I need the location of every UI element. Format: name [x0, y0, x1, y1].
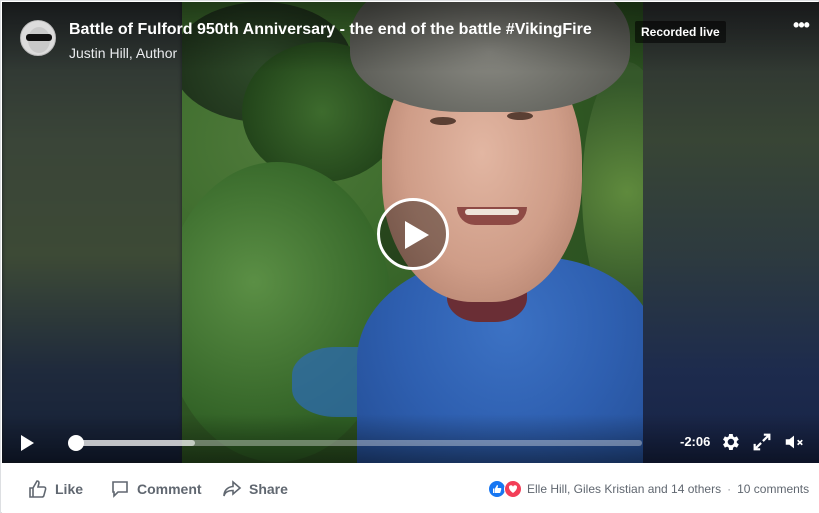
person-mouth — [457, 207, 527, 225]
settings-icon[interactable] — [719, 431, 741, 453]
like-icon — [29, 480, 47, 498]
separator-dot: · — [727, 482, 732, 496]
comment-icon — [112, 481, 128, 498]
share-icon — [223, 480, 242, 497]
video-header: Battle of Fulford 950th Anniversary - th… — [2, 2, 819, 72]
share-button[interactable]: Share — [222, 479, 288, 499]
video-post: Battle of Fulford 950th Anniversary - th… — [0, 0, 819, 513]
comment-label: Comment — [137, 481, 202, 497]
seek-bar[interactable] — [68, 435, 642, 451]
more-options-icon[interactable]: ••• — [790, 14, 812, 36]
avatar-glasses — [26, 34, 52, 41]
recorded-live-badge: Recorded live — [635, 21, 726, 43]
author-name[interactable]: Justin Hill, Author — [69, 45, 177, 61]
play-button[interactable] — [377, 198, 449, 270]
time-remaining: -2:06 — [680, 434, 711, 449]
post-actions-bar: Like Comment Share Elle Hill, Giles Kris… — [2, 463, 819, 513]
reactions-summary[interactable]: Elle Hill, Giles Kristian and 14 others … — [488, 479, 809, 499]
play-icon — [405, 221, 429, 249]
video-title[interactable]: Battle of Fulford 950th Anniversary - th… — [69, 21, 592, 39]
buffered-bar — [76, 440, 195, 446]
reaction-names[interactable]: Elle Hill, Giles Kristian and 14 others — [527, 482, 721, 496]
like-label: Like — [55, 481, 84, 497]
video-controls: -2:06 — [2, 414, 819, 463]
comments-count[interactable]: 10 comments — [737, 482, 809, 496]
comment-button[interactable]: Comment — [110, 479, 202, 499]
seek-handle[interactable] — [68, 435, 84, 451]
love-reaction-icon — [504, 480, 522, 498]
share-label: Share — [249, 481, 288, 497]
mute-icon[interactable] — [783, 431, 805, 453]
person-eye — [507, 112, 533, 120]
video-player[interactable]: Battle of Fulford 950th Anniversary - th… — [2, 2, 819, 463]
like-button[interactable]: Like — [28, 479, 83, 499]
person-eye — [430, 117, 456, 125]
avatar[interactable] — [20, 20, 56, 56]
play-icon[interactable] — [18, 434, 36, 452]
fullscreen-icon[interactable] — [751, 431, 773, 453]
